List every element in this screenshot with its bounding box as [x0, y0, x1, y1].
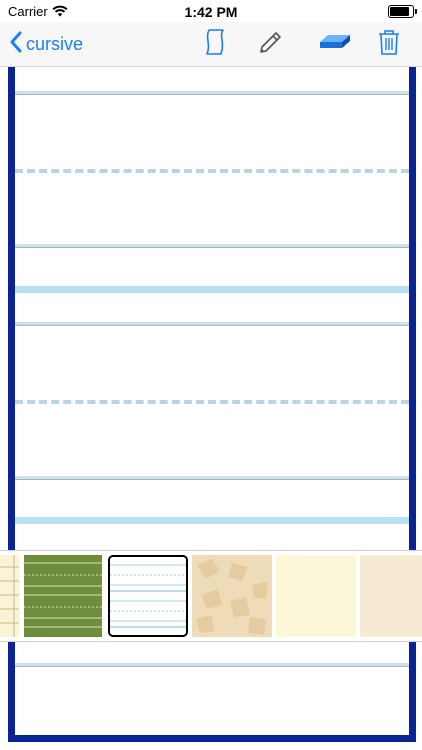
paper-style-picker[interactable] [0, 550, 422, 642]
top-guide-line [15, 322, 409, 326]
writing-canvas[interactable] [4, 67, 418, 750]
back-button[interactable]: cursive [10, 30, 83, 58]
paper-thumb-yellow-grid[interactable] [0, 555, 19, 637]
paper-thumb-green-chalkboard[interactable] [24, 555, 102, 637]
paper-thumb-parchment[interactable] [192, 555, 272, 637]
navigation-bar: cursive [0, 22, 422, 67]
pencil-icon [255, 28, 283, 61]
eraser-icon [316, 31, 352, 58]
paper-border-bottom [8, 735, 416, 742]
paper-thumb-blue-lined[interactable] [108, 555, 188, 637]
top-guide-line [15, 663, 409, 667]
clock: 1:42 PM [184, 4, 238, 20]
baseline [15, 476, 409, 480]
paper-style-icon [204, 28, 226, 61]
pencil-button[interactable] [252, 28, 286, 60]
descender-line [15, 517, 409, 524]
chevron-left-icon [10, 31, 22, 58]
baseline [15, 244, 409, 248]
midline-dashed [15, 169, 409, 173]
paper-thumb-beige[interactable] [360, 555, 422, 637]
trash-button[interactable] [372, 28, 406, 60]
descender-line [15, 286, 409, 293]
eraser-button[interactable] [314, 28, 354, 60]
status-bar: Carrier 1:42 PM [0, 0, 422, 22]
paper-style-button[interactable] [198, 28, 232, 60]
top-guide-line [15, 91, 409, 95]
battery-icon [388, 5, 417, 18]
back-label: cursive [26, 33, 84, 54]
paper-thumb-cream[interactable] [276, 555, 356, 637]
midline-dashed [15, 400, 409, 404]
trash-icon [377, 28, 401, 61]
